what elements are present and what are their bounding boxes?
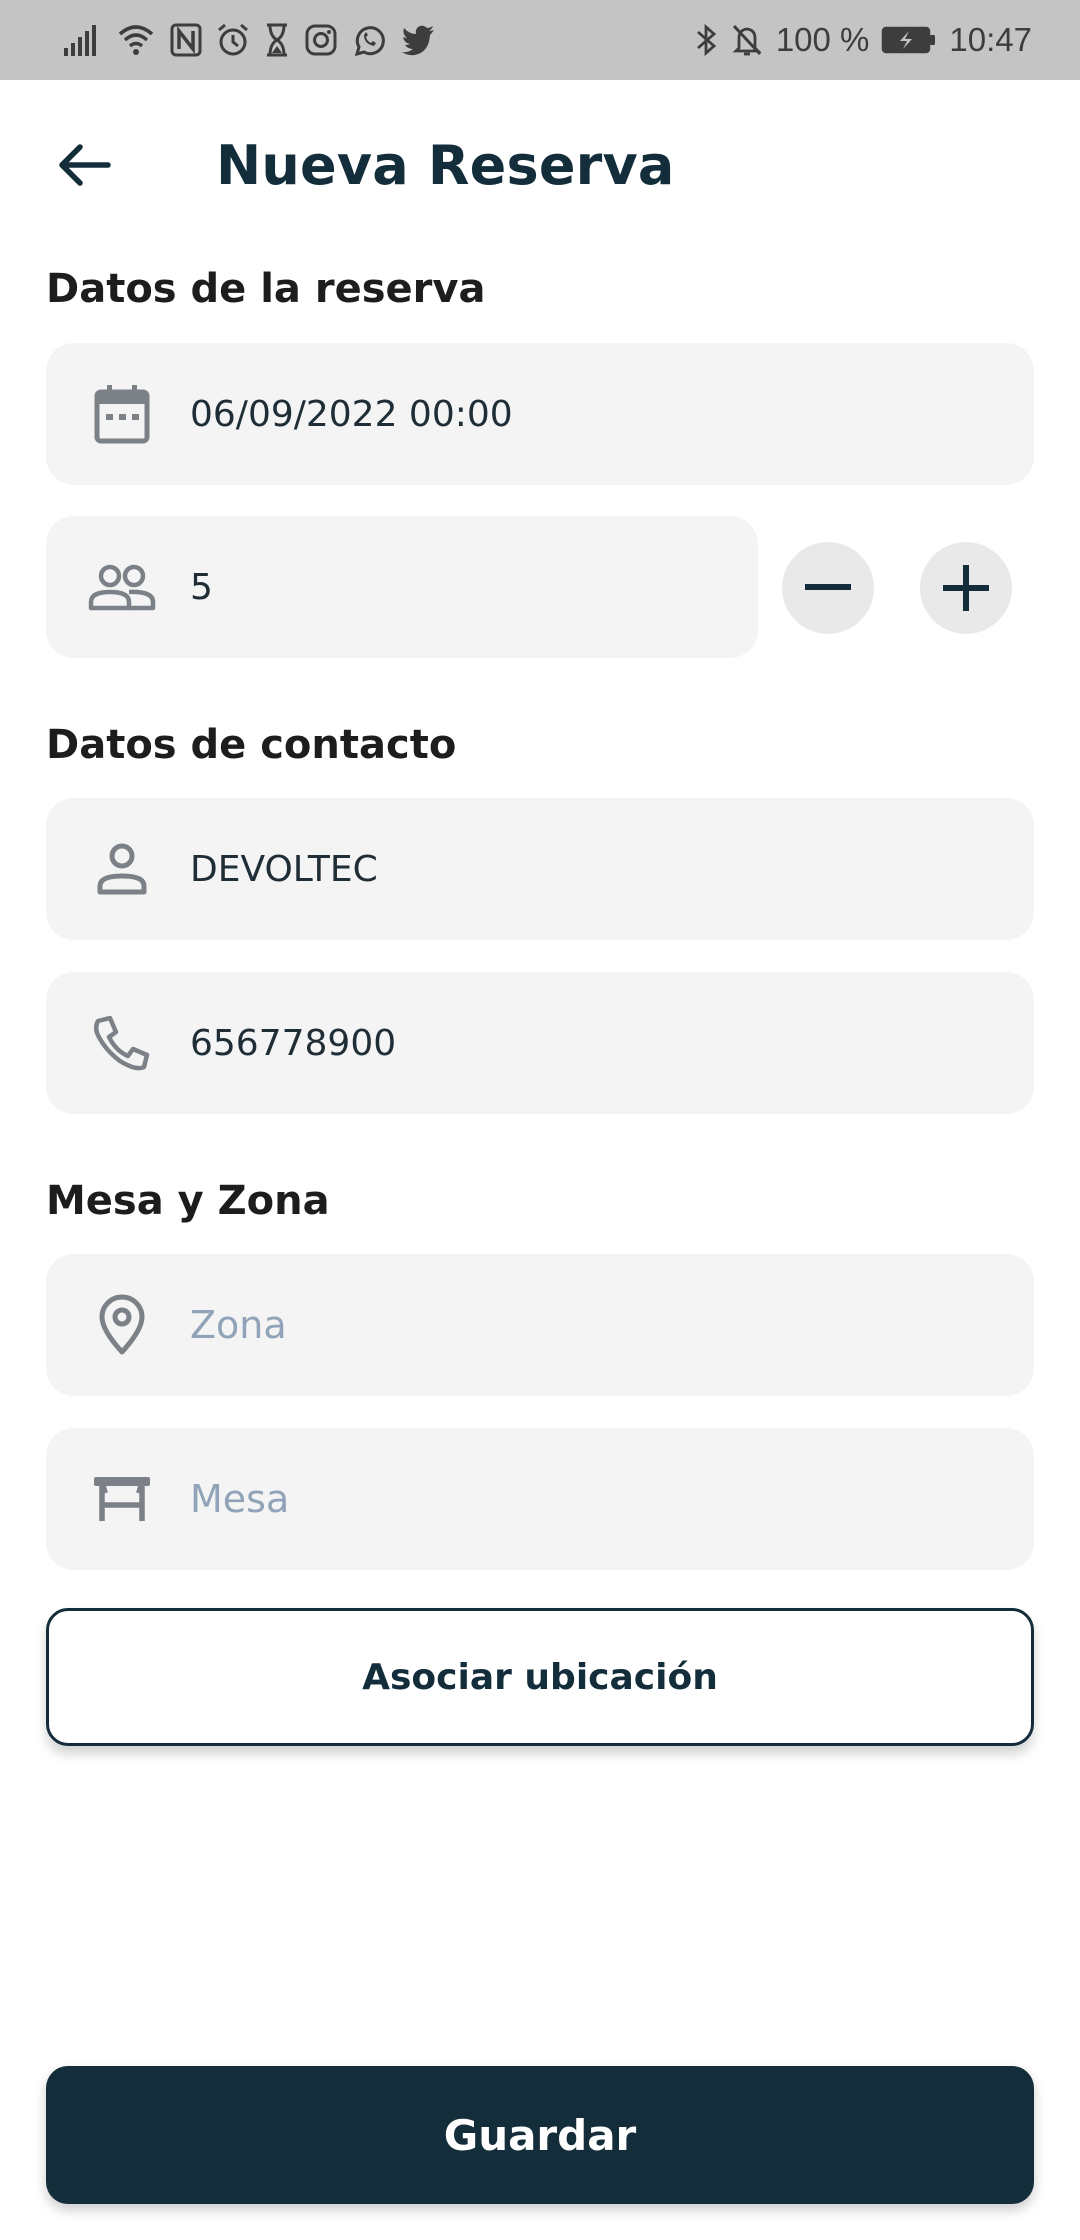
calendar-icon xyxy=(94,385,150,444)
battery-icon xyxy=(882,26,936,54)
status-time: 10:47 xyxy=(949,21,1032,58)
table-field[interactable]: Mesa xyxy=(46,1428,1034,1570)
plus-icon xyxy=(943,565,989,611)
phone-icon xyxy=(93,1015,150,1071)
phone-field[interactable]: 656778900 xyxy=(46,972,1034,1114)
people-icon xyxy=(88,564,156,611)
wifi-icon xyxy=(118,25,154,55)
hourglass-icon xyxy=(267,23,287,57)
mute-bell-icon xyxy=(732,24,762,56)
nfc-icon xyxy=(170,23,202,57)
minus-icon xyxy=(805,584,851,590)
phone-value: 656778900 xyxy=(190,1022,397,1064)
status-bar: 100 % 10:47 xyxy=(0,0,1080,80)
table-placeholder: Mesa xyxy=(190,1477,290,1521)
location-pin-icon xyxy=(99,1294,145,1355)
back-button[interactable] xyxy=(44,130,124,200)
alarm-icon xyxy=(218,23,248,56)
section-title-reservation: Datos de la reserva xyxy=(46,266,486,312)
status-bar-left-icons xyxy=(62,18,436,62)
increase-guests-button[interactable] xyxy=(920,542,1012,634)
battery-percent: 100 % xyxy=(775,21,870,58)
guests-field[interactable]: 5 xyxy=(46,516,758,658)
table-icon xyxy=(94,1477,150,1521)
associate-location-button[interactable]: Asociar ubicación xyxy=(46,1608,1034,1746)
contact-name-value: DEVOLTEC xyxy=(190,848,378,890)
twitter-icon xyxy=(402,25,434,56)
person-icon xyxy=(97,843,147,895)
zone-field[interactable]: Zona xyxy=(46,1254,1034,1396)
arrow-left-icon xyxy=(59,144,111,186)
decrease-guests-button[interactable] xyxy=(782,542,874,634)
guests-value: 5 xyxy=(190,566,213,608)
instagram-icon xyxy=(305,24,337,56)
zone-placeholder: Zona xyxy=(190,1303,287,1347)
page-title: Nueva Reserva xyxy=(216,134,675,197)
status-bar-right: 100 % 10:47 xyxy=(694,18,1032,62)
contact-name-field[interactable]: DEVOLTEC xyxy=(46,798,1034,940)
whatsapp-icon xyxy=(354,26,385,57)
datetime-value: 06/09/2022 00:00 xyxy=(190,393,513,435)
datetime-field[interactable]: 06/09/2022 00:00 xyxy=(46,343,1034,485)
section-title-contact: Datos de contacto xyxy=(46,722,457,768)
save-button[interactable]: Guardar xyxy=(46,2066,1034,2204)
signal-icon xyxy=(64,25,96,56)
app-header: Nueva Reserva xyxy=(0,80,1080,250)
section-title-table-zone: Mesa y Zona xyxy=(46,1178,330,1224)
bluetooth-icon xyxy=(696,23,716,57)
